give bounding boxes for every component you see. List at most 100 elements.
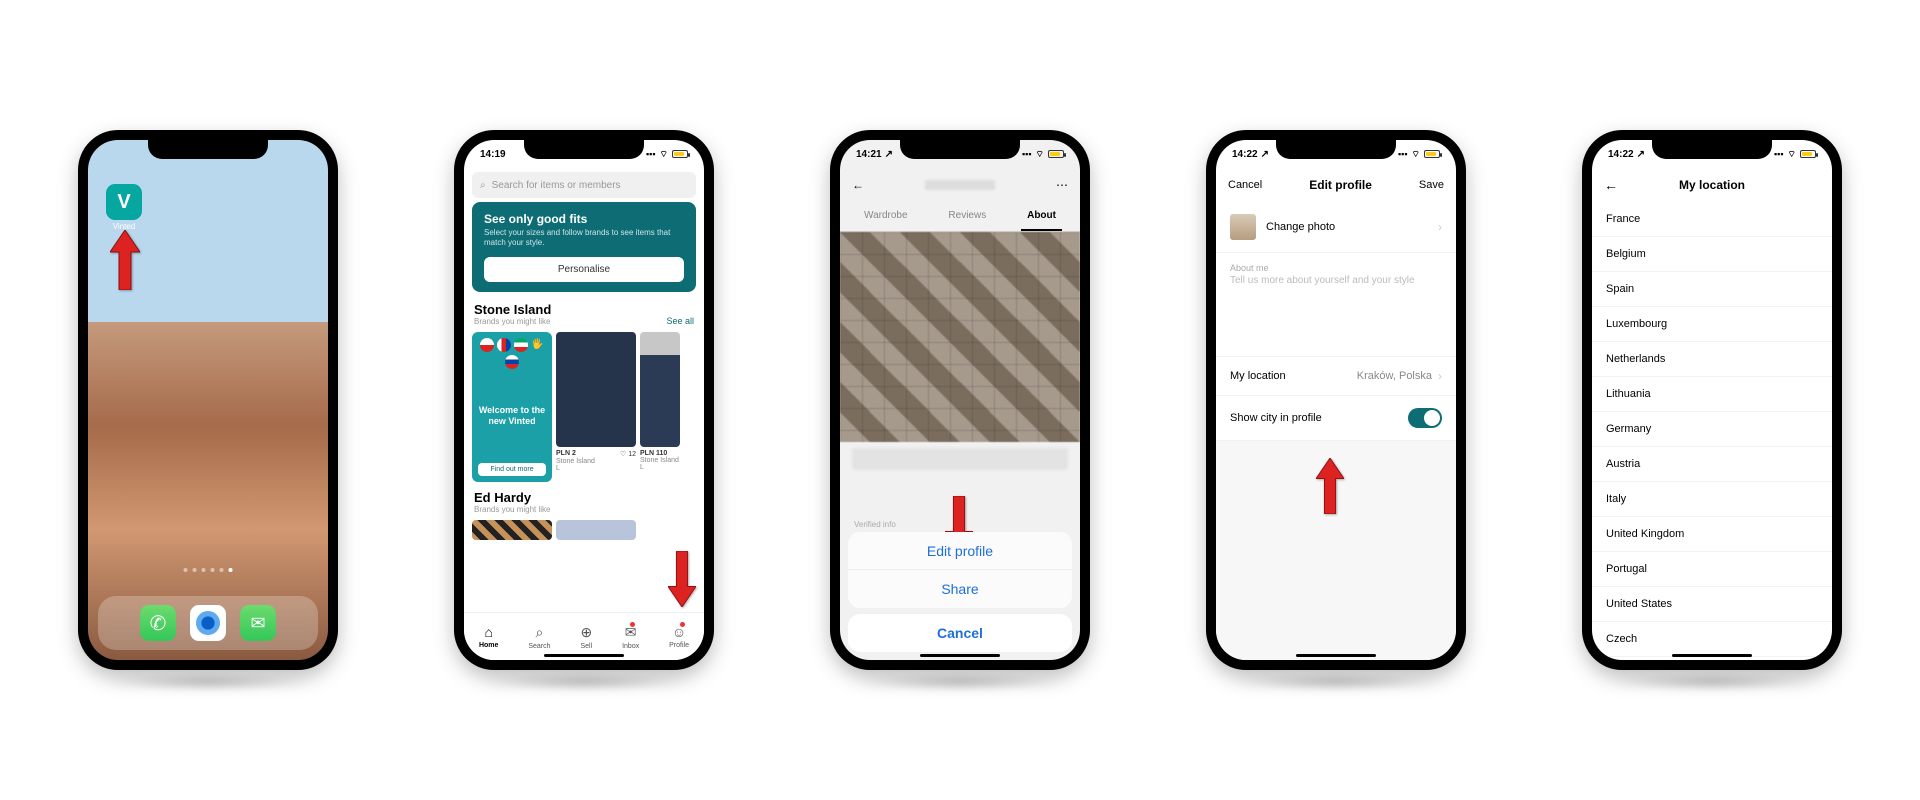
country-item-france[interactable]: France [1592,202,1832,237]
welcome-text: Welcome to the new Vinted [478,405,546,427]
cancel-button[interactable]: Cancel [1228,179,1262,191]
my-location-row[interactable]: My location Kraków, Polska › [1216,356,1456,396]
about-me-input[interactable]: Tell us more about yourself and your sty… [1216,275,1456,356]
country-item-netherlands[interactable]: Netherlands [1592,342,1832,377]
country-item-germany[interactable]: Germany [1592,412,1832,447]
section-title: Ed Hardy [474,490,550,505]
tab-inbox[interactable]: ✉Inbox [622,624,639,650]
battery-icon [1424,150,1440,158]
country-item-slovakia[interactable]: Slovakia [1592,657,1832,660]
product-thumb [472,520,552,540]
country-item-austria[interactable]: Austria [1592,447,1832,482]
personalise-button[interactable]: Personalise [484,257,684,282]
country-item-spain[interactable]: Spain [1592,272,1832,307]
messages-app-icon[interactable]: ✉ [240,605,276,641]
find-out-more-button[interactable]: Find out more [478,463,546,476]
more-button[interactable]: ⋯ [1056,178,1068,192]
country-item-czech[interactable]: Czech [1592,622,1832,657]
phone-5: 14:22↗ ▪▪▪ ⌔ ← My location France Belgiu… [1582,130,1842,670]
tab-label: Inbox [622,643,639,650]
share-button[interactable]: Share [848,570,1072,608]
status-time: 14:19 [480,149,506,160]
search-icon: ⌕ [536,624,544,641]
edit-profile-button[interactable]: Edit profile [848,532,1072,570]
red-arrow-down-icon [668,551,698,612]
country-item-luxembourg[interactable]: Luxembourg [1592,307,1832,342]
country-list[interactable]: France Belgium Spain Luxembourg Netherla… [1592,202,1832,660]
tab-wardrobe[interactable]: Wardrobe [858,202,914,231]
nav-bar: Cancel Edit profile Save [1216,168,1456,202]
home-screen: V Vinted ✆ ✉ [88,140,328,660]
notch [148,135,268,159]
country-item-lithuania[interactable]: Lithuania [1592,377,1832,412]
product-row-2[interactable] [464,516,704,544]
tab-label: Sell [580,643,592,650]
search-input[interactable]: ⌕ Search for items or members [472,172,696,198]
avatar-thumb [1230,214,1256,240]
phone-3: 14:21↗ ▪▪▪ ⌔ ← ⋯ Wardrobe Reviews About … [830,130,1090,670]
country-item-belgium[interactable]: Belgium [1592,237,1832,272]
home-indicator[interactable] [920,654,1000,657]
show-city-toggle[interactable] [1408,408,1442,428]
location-services-icon: ↗ [1261,149,1269,160]
product-card-1[interactable]: PLN 2♡ 12 Stone Island L [556,332,636,482]
home-indicator[interactable] [1672,654,1752,657]
product-image [556,332,636,447]
see-all-link[interactable]: See all [666,316,694,326]
signal-icon: ▪▪▪ [1398,149,1408,159]
back-button[interactable]: ← [852,178,864,192]
signal-icon: ▪▪▪ [646,149,656,159]
action-sheet: Edit profile Share Cancel [848,532,1072,652]
change-photo-label: Change photo [1266,221,1335,233]
tab-profile[interactable]: ☺Profile [669,624,689,649]
tab-search[interactable]: ⌕Search [528,624,550,650]
cancel-button[interactable]: Cancel [848,614,1072,652]
product-brand: Stone Island [640,457,680,464]
product-price: PLN 2 [556,450,576,458]
welcome-card[interactable]: 🖐 Welcome to the new Vinted Find out mor… [472,332,552,482]
back-button[interactable]: ← [1604,177,1618,193]
notch [524,135,644,159]
section-title: Stone Island [474,302,551,317]
phone-app-icon[interactable]: ✆ [140,605,176,641]
my-location-label: My location [1230,370,1286,382]
section-ed-hardy: Ed Hardy Brands you might like [464,486,704,516]
tab-sell[interactable]: ⊕ Sell [580,624,592,650]
product-size: L [556,465,636,472]
wifi-icon: ⌔ [1036,149,1044,160]
status-time: 14:21 [856,149,882,160]
banner-subtitle: Select your sizes and follow brands to s… [484,228,684,249]
search-icon: ⌕ [480,180,486,191]
country-item-portugal[interactable]: Portugal [1592,552,1832,587]
battery-icon [1800,150,1816,158]
show-city-row: Show city in profile [1216,396,1456,441]
product-brand: Stone Island [556,458,636,465]
personalise-banner: See only good fits Select your sizes and… [472,202,696,292]
home-indicator[interactable] [1296,654,1376,657]
vinted-app-icon[interactable]: V [106,184,142,220]
tab-bar: ⌂Home ⌕Search ⊕ Sell ✉Inbox ☺Profile [464,612,704,660]
country-item-italy[interactable]: Italy [1592,482,1832,517]
product-row[interactable]: 🖐 Welcome to the new Vinted Find out mor… [464,328,704,486]
signal-icon: ▪▪▪ [1774,149,1784,159]
country-item-uk[interactable]: United Kingdom [1592,517,1832,552]
notch [900,135,1020,159]
change-photo-row[interactable]: Change photo › [1216,202,1456,253]
battery-icon [1048,150,1064,158]
tab-reviews[interactable]: Reviews [942,202,992,231]
status-time: 14:22 [1232,149,1258,160]
page-title: My location [1679,178,1745,192]
country-item-us[interactable]: United States [1592,587,1832,622]
profile-screen: 14:21↗ ▪▪▪ ⌔ ← ⋯ Wardrobe Reviews About … [840,140,1080,660]
save-button[interactable]: Save [1419,179,1444,191]
tab-about[interactable]: About [1021,202,1062,231]
page-title: Edit profile [1309,178,1372,192]
safari-app-icon[interactable] [190,605,226,641]
tab-home[interactable]: ⌂Home [479,624,498,649]
red-arrow-up-icon [1316,458,1346,519]
home-indicator[interactable] [544,654,624,657]
wifi-icon: ⌔ [660,149,668,160]
show-city-label: Show city in profile [1230,412,1322,424]
product-card-2[interactable]: PLN 110 Stone Island L [640,332,680,482]
sell-icon: ⊕ [580,624,592,641]
